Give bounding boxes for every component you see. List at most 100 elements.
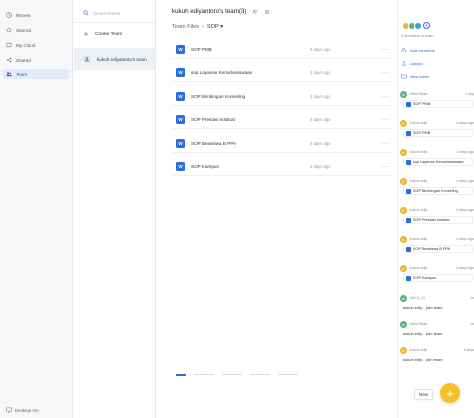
word-doc-icon [406,217,411,223]
activity-file-name: SOP Kampus [413,276,436,280]
more-options-icon[interactable]: ··· [382,47,390,53]
members-count: 3 members in team [401,34,434,38]
activity-entry: Kkukuh ediy 4 days ago SOP Bimbingan Kons… [400,177,474,195]
teams-panel: Search teams Create Team kukuh ediyantor… [74,0,156,418]
add-fab-button[interactable]: + [440,383,460,403]
scroll-track [194,374,214,375]
create-team-button[interactable]: Create Team [83,31,122,37]
avatar: K [400,148,407,156]
activity-entry: Kkukuh ediy 4 days ago SOP PMB [400,119,474,137]
sidebar-item-my-cloud[interactable]: My Cloud [6,40,68,50]
activity-text: kukuh ediy... join team [403,357,443,362]
more-options-icon[interactable]: ··· [382,70,390,76]
desktop-app-link[interactable]: Desktop Ver. [6,407,40,413]
search-input[interactable]: Search teams [83,10,120,16]
new-folder-link[interactable]: New folder [401,73,429,79]
activity-entry: Kkukuh ediy 4 days ago SOP Prestasi Insti… [400,206,474,224]
avatar: K [400,177,407,185]
activity-user: kukuh ediy [410,150,428,154]
avatar: K [400,235,407,243]
activity-file-chip[interactable]: SOP Beasiswa B PPA [403,245,473,253]
file-row[interactable]: W SOP Prestasi Institusi 4 days ago ··· [172,111,392,129]
sidebar-item-starred[interactable]: Starred [6,25,68,35]
scroll-thumb[interactable] [176,374,186,376]
breadcrumb-current[interactable]: SOP ▾ [207,24,223,30]
team-icon [6,71,12,77]
create-team-label: Create Team [95,31,123,37]
activity-entry: N Nina Ristia 1 day SOP PMB [400,90,474,108]
members-icon[interactable] [252,9,258,15]
settings-gear-icon[interactable] [264,9,270,15]
file-name[interactable]: SOP Prestasi Institusi [191,117,286,122]
activity-file-chip[interactable]: SOP Prestasi Institusi [403,216,473,224]
activity-file-chip[interactable]: SOP Bimbingan Konseling [403,187,473,195]
file-modified: 4 days ago [310,117,331,122]
file-name[interactable]: SOP PMB [191,47,286,52]
sidebar-item-label: Recent [16,12,31,18]
activity-file-name: SOP Prestasi Institusi [413,218,450,222]
file-row[interactable]: W SOP Beasiswa B PPA 4 days ago ··· [172,135,392,153]
page-title: kukuh ediyantoro's team(3) [172,8,270,15]
activity-user: Nina Ristia [410,322,428,326]
activity-file-chip[interactable]: SOP PMB [403,100,473,108]
activity-file-name: sop Layanan Kemahasiswaan [413,160,464,164]
breadcrumb-root[interactable]: Team Files [172,24,199,30]
file-name[interactable]: SOP Beasiswa B PPA [191,141,286,146]
team-list-item[interactable]: kukuh ediyantoro's team [74,48,155,70]
horizontal-scrollbar[interactable] [172,370,392,378]
avatar: K [400,264,407,272]
upload-link[interactable]: Upload [401,60,423,66]
folder-plus-icon [401,73,407,79]
search-placeholder: Search teams [93,10,121,16]
word-doc-icon: W [176,68,185,77]
sidebar-item-label: Shared [16,57,31,63]
file-name[interactable]: sop Layanan Kemahasiswaan [191,70,286,75]
clock-icon [6,12,12,18]
add-member-plus-icon[interactable]: + [423,22,430,29]
activity-text: kukuh ediy... join team [403,305,443,310]
activity-file-chip[interactable]: sop Layanan Kemahasiswaan [403,158,473,166]
activity-time: 4 days [463,348,474,352]
upload-icon [401,60,407,66]
file-row[interactable]: W sop Layanan Kemahasiswaan 4 days ago ·… [172,64,392,82]
avatar: K [400,206,407,214]
team-avatar-icon [83,55,91,63]
file-name[interactable]: SOP Bimbingan Konseling [191,94,286,99]
more-options-icon[interactable]: ··· [382,164,390,170]
add-members-link[interactable]: Add members [401,47,435,53]
activity-time: 1 day [465,92,474,96]
sidebar-item-shared[interactable]: Shared [6,55,68,65]
activity-entry: W WIYU_11 1h kukuh ediy... join team [400,294,474,310]
activity-time: 1h [470,322,474,326]
activity-time: 4 days ago [456,150,474,154]
more-options-icon[interactable]: ··· [382,94,390,100]
add-user-icon [401,47,407,53]
scroll-track [250,374,270,375]
activity-file-name: SOP Beasiswa B PPA [413,247,451,251]
activity-file-chip[interactable]: SOP PMB [403,129,473,137]
new-folder-label: New folder [410,73,430,79]
cloud-icon [6,42,12,48]
plus-icon [83,31,89,37]
new-button[interactable]: New [414,389,433,400]
more-options-icon[interactable]: ··· [382,117,390,123]
file-modified: 4 days ago [310,164,331,169]
word-doc-icon [406,130,411,136]
file-row[interactable]: W SOP PMB 4 days ago ··· [172,41,392,59]
sidebar-item-recent[interactable]: Recent [6,10,68,20]
sidebar-item-team[interactable]: Team [3,69,69,79]
file-row[interactable]: W SOP Kampus 4 days ago ··· [172,158,392,176]
more-options-icon[interactable]: ··· [382,141,390,147]
activity-file-name: SOP PMB [413,102,431,106]
share-icon [6,57,12,63]
breadcrumb-separator: › [202,24,204,30]
team-name: kukuh ediyantoro's team [97,56,147,62]
member-avatars[interactable]: + [402,22,430,30]
file-name[interactable]: SOP Kampus [191,164,286,169]
file-modified: 4 days ago [310,141,331,146]
file-modified: 4 days ago [310,70,331,75]
file-row[interactable]: W SOP Bimbingan Konseling 4 days ago ··· [172,88,392,106]
upload-label: Upload [410,60,423,66]
activity-file-chip[interactable]: SOP Kampus [403,274,473,282]
activity-user: kukuh ediy [410,348,428,352]
